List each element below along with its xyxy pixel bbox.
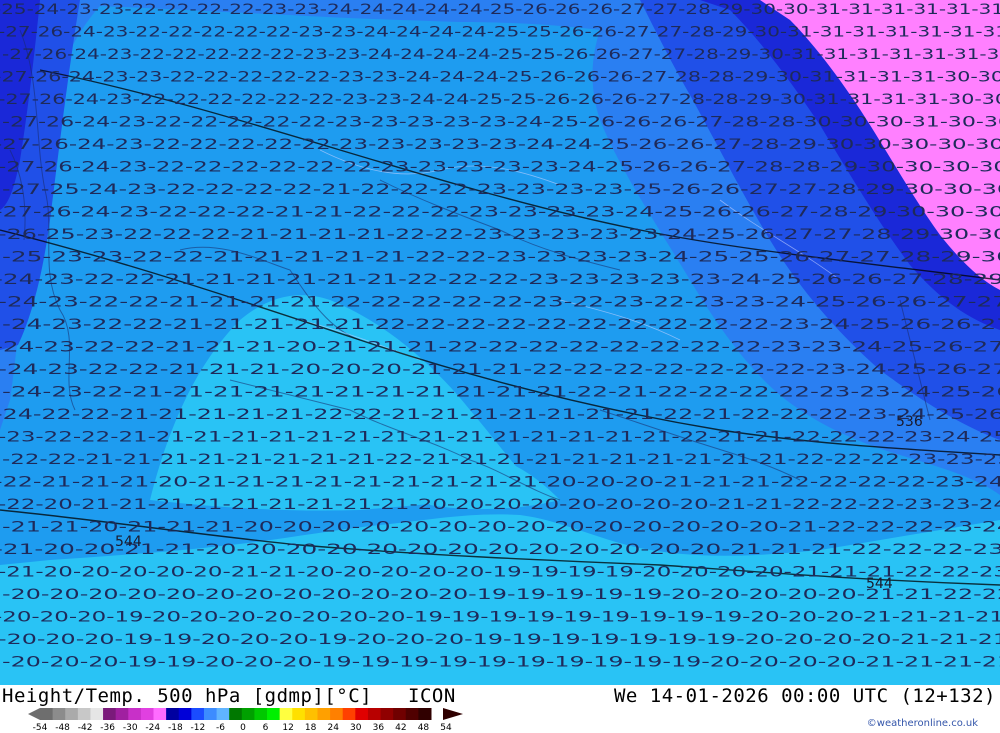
scale-tick-label: -24 [145, 723, 161, 733]
temp-label-row: -24-23-22-22-21-21-21-21-21-21-22-22-22-… [0, 272, 1000, 288]
temp-label-row: -22-22-21-21-21-21-21-21-21-21-22-21-21-… [2, 452, 1000, 468]
temp-label-row: -27-26-24-23-23-22-22-22-22-22-23-23-24-… [0, 70, 1000, 86]
temp-label-row: -21-20-20-20-20-20-21-21-20-20-20-20-20-… [0, 565, 1000, 581]
scale-swatch [279, 708, 293, 720]
scale-swatch [405, 708, 419, 720]
scale-swatch [304, 708, 318, 720]
scale-swatch [103, 708, 117, 720]
scale-tick-label: 24 [327, 723, 339, 733]
scale-swatch [355, 708, 369, 720]
site-credit[interactable]: ©weatheronline.co.uk [867, 718, 978, 729]
scale-swatch [229, 708, 243, 720]
temp-label-row: -22-21-21-21-20-21-21-21-21-21-21-21-21-… [0, 475, 1000, 491]
scale-tick-label: -48 [55, 723, 70, 733]
scale-tick-label: 36 [372, 723, 385, 733]
temp-label-row: -27-26-24-23-22-22-22-22-22-23-23-24-24-… [2, 47, 1000, 63]
temp-label-row: -26-25-23-22-22-22-21-21-21-21-22-22-23-… [0, 227, 1000, 243]
scale-tick-label: -54 [32, 723, 48, 733]
scale-swatch [330, 708, 344, 720]
temp-label-row: -23-22-22-21-21-21-21-21-21-21-21-21-21-… [0, 430, 1000, 446]
temp-label-row: -27-26-24-23-22-22-22-21-21-22-22-22-23-… [0, 205, 1000, 221]
scale-tick-label: -30 [122, 723, 138, 733]
temp-label-row: -24-22-22-21-21-21-21-21-22-22-21-21-21-… [0, 407, 1000, 423]
temp-label-row: -21-20-20-21-21-20-20-20-20-20-20-20-20-… [0, 542, 1000, 558]
temp-label-row: -22-20-21-21-21-21-21-21-21-21-21-20-20-… [0, 497, 1000, 513]
scale-swatch [166, 708, 180, 720]
scale-tick-label: 12 [282, 723, 294, 733]
temp-label-row: -21-21-20-21-21-21-20-20-20-20-20-20-20-… [2, 520, 1000, 536]
scale-swatch [90, 708, 104, 720]
temp-label-row: -27-25-24-23-22-22-22-22-21-22-22-22-23-… [2, 182, 1000, 198]
temp-label-row: -24-23-22-21-21-21-21-21-21-21-21-21-21-… [2, 385, 1000, 401]
temp-label-row: -24-23-22-22-21-21-21-20-20-20-21-21-21-… [0, 362, 1000, 378]
weather-map: -25-24-23-23-22-22-22-22-23-23-24-24-24-… [0, 0, 1000, 685]
scale-tick-label: 18 [304, 723, 317, 733]
temp-label-row: -24-23-22-22-21-21-21-20-21-21-21-22-22-… [0, 340, 1000, 356]
scale-swatch [380, 708, 394, 720]
temp-label-row: -25-23-23-22-22-21-21-21-21-21-22-22-23-… [2, 250, 1000, 266]
temp-label-row: -24-23-22-22-21-21-21-21-22-22-22-22-22-… [0, 295, 1000, 311]
temp-label-row: -27-26-24-23-22-22-22-22-22-22-23-23-23-… [0, 160, 1000, 176]
scale-tick-label: 30 [350, 723, 362, 733]
scale-tick-label: -18 [167, 723, 183, 733]
scale-tick-label: 48 [417, 723, 430, 733]
scale-swatch [128, 708, 142, 720]
scale-tick-label: -42 [77, 723, 93, 733]
height-label-north-east: 536 [896, 414, 923, 430]
scale-tick-label: 42 [395, 723, 407, 733]
scale-tick-label: 54 [440, 723, 452, 733]
scale-swatch [52, 708, 66, 720]
scale-swatch [241, 708, 255, 720]
scale-swatch [77, 708, 91, 720]
scale-swatch [342, 708, 356, 720]
temp-label-row: -24-23-22-22-21-21-21-21-21-22-22-22-22-… [2, 317, 1000, 333]
scale-swatch [178, 708, 192, 720]
scale-tick-label: -12 [190, 723, 206, 733]
scale-swatch [254, 708, 268, 720]
temp-label-row: -20-20-20-20-20-20-20-20-20-20-20-20-19-… [2, 587, 1000, 603]
height-label-east: 544 [866, 576, 893, 592]
scale-arrow-right [443, 708, 463, 720]
map-footer: Height/Temp. 500 hPa [gdmp][°C] ICON We … [0, 685, 1000, 733]
scale-swatch [292, 708, 306, 720]
scale-swatch [393, 708, 407, 720]
valid-time: We 14-01-2026 00:00 UTC (12+132) [613, 685, 996, 707]
scale-swatch [317, 708, 331, 720]
temp-label-row: -20-20-20-19-19-20-20-20-19-20-20-20-19-… [0, 632, 1000, 648]
model-name: ICON [408, 685, 456, 707]
temp-label-row: -27-26-24-23-22-22-22-22-22-23-23-23-23-… [0, 137, 1000, 153]
scale-tick-label: -36 [100, 723, 116, 733]
temp-label-row: -25-24-23-23-22-22-22-22-23-23-24-24-24-… [0, 2, 1000, 18]
scale-tick-label: 6 [262, 723, 269, 733]
temp-label-row: -27-26-24-23-22-22-22-22-22-23-23-23-23-… [2, 115, 1000, 131]
temp-label-row: -20-20-20-19-19-20-20-20-19-19-19-19-19-… [2, 655, 1000, 671]
scale-swatch [216, 708, 230, 720]
temp-label-row: -27-26-24-23-22-22-22-22-22-23-23-24-24-… [0, 25, 1000, 41]
scale-swatch [115, 708, 129, 720]
scale-tick-label: -6 [215, 723, 225, 733]
color-scale-bar [28, 708, 463, 720]
temp-label-row: -27-26-24-23-22-22-22-22-22-22-23-23-24-… [0, 92, 1000, 108]
scale-swatch [203, 708, 218, 720]
scale-swatch [418, 708, 432, 720]
height-label-west: 544 [115, 534, 142, 550]
scale-swatch [140, 708, 155, 720]
scale-swatch [267, 708, 281, 720]
scale-swatch [65, 708, 79, 720]
scale-arrow-left [28, 708, 40, 720]
scale-swatch [153, 708, 167, 720]
scale-swatch [191, 708, 205, 720]
scale-swatch [367, 708, 382, 720]
scale-swatch [40, 708, 54, 720]
temp-label-row: -20-20-20-19-20-20-20-20-20-20-20-19-19-… [0, 610, 1000, 626]
scale-tick-label: 0 [240, 723, 246, 733]
map-title: Height/Temp. 500 hPa [gdmp][°C] [2, 685, 373, 707]
